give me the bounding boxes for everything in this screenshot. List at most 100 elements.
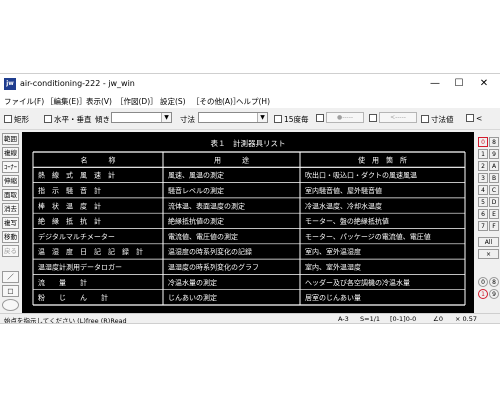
table-header-cell: 名 称 xyxy=(81,155,116,164)
extra-checkbox-2[interactable] xyxy=(369,114,379,123)
table-cell: 絶縁抵抗値の測定 xyxy=(168,217,224,226)
title-bar[interactable]: jw air-conditioning-222 - jw_win — ☐ ✕ xyxy=(0,74,500,95)
tool-corner[interactable]: ｺｰﾅｰ xyxy=(2,161,19,173)
every15-label: 15度毎 xyxy=(284,115,309,124)
layer-0-button[interactable]: 0 xyxy=(478,137,488,147)
arrow-button[interactable]: <----- xyxy=(379,112,417,123)
chevron-down-icon[interactable]: ▼ xyxy=(257,113,267,122)
table-cell: 風速、風温の測定 xyxy=(168,171,224,180)
tool-chamfer[interactable]: 面取 xyxy=(2,189,19,201)
status-message: 始点を指示してください (L)free (R)Read xyxy=(4,317,127,324)
right-layer-palette: 0 8 1 9 2 A 3 B 4 C 5 D 6 E 7 F All × 0 … xyxy=(476,131,500,315)
layer-b-button[interactable]: B xyxy=(489,173,499,183)
group-9-button[interactable]: 9 xyxy=(489,289,499,299)
lt-label: < xyxy=(476,114,483,123)
drawing-canvas[interactable]: 表１ 計測器具リスト 名 称 用 途 使 用 箇 所熱 線 式 風 速 計 風速、風温… xyxy=(22,132,474,314)
group-1-button[interactable]: 1 xyxy=(478,289,488,299)
table-cell: 温湿度の時系列変化のグラフ xyxy=(168,263,259,272)
table-cell: 騒音レベルの測定 xyxy=(168,186,224,195)
layer-2-button[interactable]: 2 xyxy=(478,161,488,171)
table-cell: 居室のじんあい量 xyxy=(305,293,361,302)
menu-edit[interactable]: ［編集(E)］ xyxy=(46,96,87,107)
maximize-button[interactable]: ☐ xyxy=(450,77,468,91)
table-header-cell: 用 途 xyxy=(214,155,249,164)
table-cell: モーター、盤の絶縁抵抗値 xyxy=(305,217,389,226)
every15-checkbox[interactable]: 15度毎 xyxy=(274,114,309,125)
layer-5-button[interactable]: 5 xyxy=(478,197,488,207)
tool-copy[interactable]: 複写 xyxy=(2,217,19,229)
table-header-cell: 使 用 箇 所 xyxy=(358,155,407,164)
layer-8-button[interactable]: 8 xyxy=(489,137,499,147)
menu-bar: ファイル(F) ［編集(E)］ 表示(V) ［作図(D)］ 設定(S) ［その他… xyxy=(0,95,500,108)
status-bar: 始点を指示してください (L)free (R)Read A-3 S=1/1 [0… xyxy=(0,313,500,324)
menu-settings[interactable]: 設定(S) xyxy=(160,96,186,107)
circle-tool-icon[interactable] xyxy=(2,299,19,311)
jw-app-icon: jw xyxy=(4,78,16,90)
table-cell: 絶 縁 抵 抗 計 xyxy=(38,217,101,226)
layer-all-button[interactable]: All xyxy=(478,237,499,247)
menu-view[interactable]: 表示(V) xyxy=(86,96,112,107)
table-cell: じんあいの測定 xyxy=(168,293,217,302)
menu-help[interactable]: ヘルプ(H) xyxy=(236,96,270,107)
chevron-down-icon[interactable]: ▼ xyxy=(161,113,171,122)
dim-value-checkbox[interactable]: 寸法値 xyxy=(421,114,454,125)
table-cell: 温湿度計測用データロガー xyxy=(38,263,122,272)
layer-a-button[interactable]: A xyxy=(489,161,499,171)
tilt-combo[interactable]: ▼ xyxy=(111,112,172,123)
tilt-label: 傾き xyxy=(95,115,110,124)
zoom-value[interactable]: × 0.57 xyxy=(455,315,477,323)
paper-size[interactable]: A-3 xyxy=(338,315,349,323)
layer-7-button[interactable]: 7 xyxy=(478,221,488,231)
group-0-button[interactable]: 0 xyxy=(478,277,488,287)
rect-tool-icon[interactable]: □ xyxy=(2,285,19,297)
layer-e-button[interactable]: E xyxy=(489,209,499,219)
tool-stretch[interactable]: 伸縮 xyxy=(2,175,19,187)
menu-draw[interactable]: ［作図(D)］ xyxy=(116,96,158,107)
layer-status[interactable]: [0-1]0-0 xyxy=(390,315,416,323)
layer-4-button[interactable]: 4 xyxy=(478,185,488,195)
checkbox-icon xyxy=(4,115,12,123)
layer-9-button[interactable]: 9 xyxy=(489,149,499,159)
app-window: jw air-conditioning-222 - jw_win — ☐ ✕ フ… xyxy=(0,73,500,324)
checkbox-icon xyxy=(466,114,474,122)
minimize-button[interactable]: — xyxy=(426,77,444,91)
layer-d-button[interactable]: D xyxy=(489,197,499,207)
layer-toggle-icon[interactable]: × xyxy=(478,249,499,259)
close-button[interactable]: ✕ xyxy=(475,77,493,91)
point-button[interactable]: ●----- xyxy=(326,112,364,123)
size-combo[interactable]: ▼ xyxy=(198,112,268,123)
dim-value-label: 寸法値 xyxy=(431,115,454,124)
table-cell: 熱 線 式 風 速 計 xyxy=(38,171,115,180)
table-cell: 室内騒音値、屋外騒音値 xyxy=(305,186,382,195)
table-cell: 指 示 騒 音 計 xyxy=(38,186,101,195)
menu-other[interactable]: ［その他(A)］ xyxy=(192,96,240,107)
horiz-vert-checkbox[interactable]: 水平・垂直 xyxy=(44,114,92,125)
extra-checkbox[interactable] xyxy=(316,114,326,123)
layer-6-button[interactable]: 6 xyxy=(478,209,488,219)
checkbox-icon xyxy=(421,115,429,123)
layer-f-button[interactable]: F xyxy=(489,221,499,231)
table-cell: モーター、パッケージの電流値、電圧値 xyxy=(305,232,431,241)
tool-move[interactable]: 移動 xyxy=(2,231,19,243)
tool-undo[interactable]: 戻る xyxy=(2,245,19,257)
table-cell: 温 湿 度 日 記 記 録 計 xyxy=(38,247,143,256)
tool-erase[interactable]: 消去 xyxy=(2,203,19,215)
checkbox-icon xyxy=(369,114,377,122)
table-cell: ヘッダー及び各空調機の冷温水量 xyxy=(305,278,410,287)
group-8-button[interactable]: 8 xyxy=(489,277,499,287)
rect-checkbox[interactable]: 矩形 xyxy=(4,114,29,125)
layer-1-button[interactable]: 1 xyxy=(478,149,488,159)
layer-c-button[interactable]: C xyxy=(489,185,499,195)
angle-value[interactable]: ∠0 xyxy=(433,315,443,323)
table-cell: 流体温、表面温度の測定 xyxy=(168,201,245,210)
tool-range[interactable]: 範囲 xyxy=(2,133,19,145)
lt-checkbox[interactable]: < xyxy=(466,114,482,123)
menu-file[interactable]: ファイル(F) xyxy=(4,96,44,107)
table-cell: 温湿度の時系列変化の記録 xyxy=(168,247,252,256)
left-tool-palette: 範囲 複線 ｺｰﾅｰ 伸縮 面取 消去 複写 移動 戻る ／ □ xyxy=(0,131,21,315)
tool-offset[interactable]: 複線 xyxy=(2,147,19,159)
scale-value[interactable]: S=1/1 xyxy=(360,315,380,323)
line-tool-icon[interactable]: ／ xyxy=(2,271,19,283)
layer-3-button[interactable]: 3 xyxy=(478,173,488,183)
table-cell: 冷温水温度、冷却水温度 xyxy=(305,201,382,210)
